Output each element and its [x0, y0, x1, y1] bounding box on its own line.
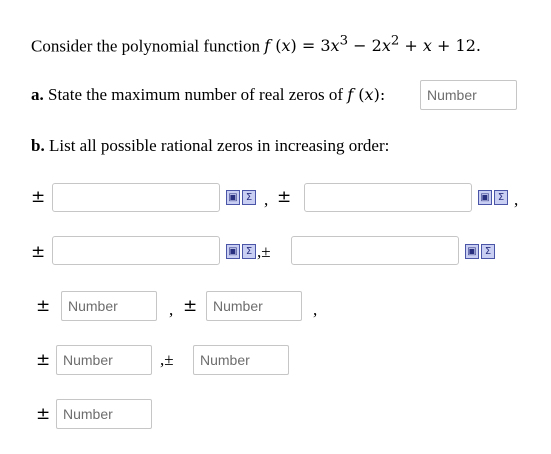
fraction-tool-icon[interactable]: ▣: [478, 190, 492, 205]
plus-minus-symbol: ±: [36, 296, 51, 316]
separator-comma: ,: [169, 300, 174, 319]
sigma-tool-icon[interactable]: Σ: [494, 190, 508, 205]
fraction-tool-icon[interactable]: ▣: [226, 244, 240, 259]
rational-zero-number-input-5[interactable]: Number: [56, 399, 152, 429]
part-a-text: a. State the maximum number of real zero…: [31, 85, 385, 105]
sigma-tool-icon[interactable]: Σ: [242, 190, 256, 205]
rational-zero-number-input-2[interactable]: Number: [206, 291, 302, 321]
part-b-text: b. List all possible rational zeros in i…: [31, 136, 389, 156]
sigma-tool-icon[interactable]: Σ: [481, 244, 495, 259]
fraction-tool-icon[interactable]: ▣: [465, 244, 479, 259]
plus-minus-symbol: ±: [36, 350, 51, 370]
separator-comma-plus-minus: ,±: [160, 350, 174, 369]
separator-comma: ,: [264, 190, 269, 209]
question-intro: Consider the polynomial function: [31, 36, 260, 56]
sigma-tool-icon[interactable]: Σ: [242, 244, 256, 259]
part-a-label: a.: [31, 85, 44, 104]
rational-zero-number-input-1[interactable]: Number: [61, 291, 157, 321]
equation-tools-4: ▣ Σ: [465, 244, 495, 259]
equation-tools-1: ▣ Σ: [226, 190, 256, 205]
rational-zero-input-3[interactable]: [52, 236, 220, 265]
separator-comma-plus-minus: ,±: [257, 242, 271, 261]
equation-tools-2: ▣ Σ: [478, 190, 508, 205]
rational-zero-number-input-4[interactable]: Number: [193, 345, 289, 375]
rational-zero-input-2[interactable]: [304, 183, 472, 212]
rational-zero-input-1[interactable]: [52, 183, 220, 212]
equation-tools-3: ▣ Σ: [226, 244, 256, 259]
part-b-question: List all possible rational zeros in incr…: [48, 136, 390, 155]
separator-comma: ,: [313, 300, 318, 319]
rational-zero-number-input-3[interactable]: Number: [56, 345, 152, 375]
plus-minus-symbol: ±: [36, 404, 51, 424]
plus-minus-symbol: ±: [277, 187, 292, 207]
part-a-question: State the maximum number of real zeros o…: [48, 85, 344, 104]
part-a-function: f (x):: [347, 85, 386, 104]
function-expression: f (x) = 3x3 − 2x2 + x + 12.: [264, 34, 481, 56]
separator-comma: ,: [514, 190, 519, 209]
plus-minus-symbol: ±: [183, 296, 198, 316]
part-b-label: b.: [31, 136, 45, 155]
plus-minus-symbol: ±: [31, 187, 46, 207]
question-text: Consider the polynomial function f (x) =…: [31, 34, 481, 56]
fraction-tool-icon[interactable]: ▣: [226, 190, 240, 205]
rational-zero-input-4[interactable]: [291, 236, 459, 265]
max-real-zeros-input[interactable]: Number: [420, 80, 517, 110]
plus-minus-symbol: ±: [31, 242, 46, 262]
